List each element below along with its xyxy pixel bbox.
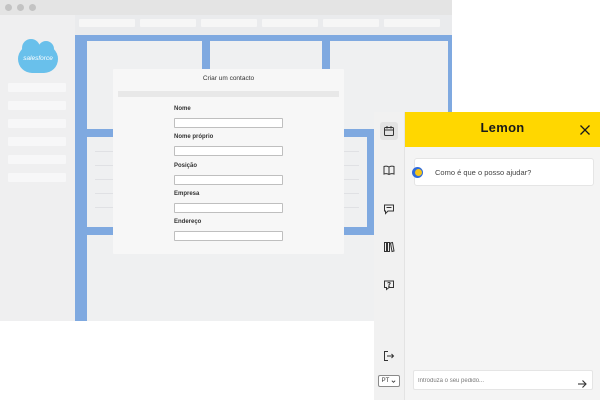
posicao-input[interactable] — [174, 175, 283, 185]
bot-message-bubble: Como é que o posso ajudar? — [412, 158, 594, 186]
calendar-icon[interactable] — [380, 122, 398, 140]
prompt-box — [413, 370, 593, 390]
close-icon — [580, 125, 590, 135]
lemon-icon-rail: PT — [374, 112, 405, 400]
nome-input[interactable] — [174, 118, 283, 128]
window-maximize-dot[interactable] — [29, 4, 36, 11]
lemon-chat-panel: Lemon Como é que o posso ajudar? — [405, 112, 600, 400]
salesforce-logo-text: salesforce — [23, 55, 53, 62]
browser-titlebar — [0, 0, 452, 15]
window-minimize-dot[interactable] — [17, 4, 24, 11]
window-close-dot[interactable] — [5, 4, 12, 11]
lemon-header: Lemon — [405, 112, 600, 147]
modal-title: Criar um contacto — [202, 75, 255, 82]
language-select[interactable]: PT — [378, 375, 400, 387]
close-button[interactable] — [579, 123, 591, 135]
prompt-input[interactable] — [418, 374, 568, 387]
bot-message-text: Como é que o posso ajudar? — [435, 168, 532, 177]
lemon-logo: Lemon — [405, 120, 600, 135]
send-button[interactable] — [577, 376, 587, 388]
lemon-logo-text: Lemon — [480, 120, 525, 135]
field-label-nome-proprio: Nome próprio — [174, 134, 214, 140]
empresa-input[interactable] — [174, 203, 283, 213]
library-icon[interactable] — [380, 238, 398, 256]
field-label-posicao: Posição — [174, 163, 198, 169]
endereco-input[interactable] — [174, 231, 283, 241]
nome-proprio-input[interactable] — [174, 146, 283, 156]
book-icon[interactable] — [380, 161, 398, 179]
create-contact-modal: Criar um contacto Nome Nome próprio Posi… — [113, 69, 344, 254]
modal-header-strip — [118, 91, 339, 97]
help-icon[interactable] — [380, 276, 398, 294]
chat-icon[interactable] — [380, 200, 398, 218]
logout-icon[interactable] — [380, 347, 398, 365]
bot-avatar-icon — [412, 167, 423, 178]
field-label-empresa: Empresa — [174, 191, 200, 197]
field-label-nome: Nome — [174, 106, 191, 112]
field-label-endereco: Endereço — [174, 219, 202, 225]
arrow-right-icon — [578, 380, 587, 388]
chevron-down-icon — [391, 379, 396, 383]
language-label: PT — [381, 378, 390, 384]
